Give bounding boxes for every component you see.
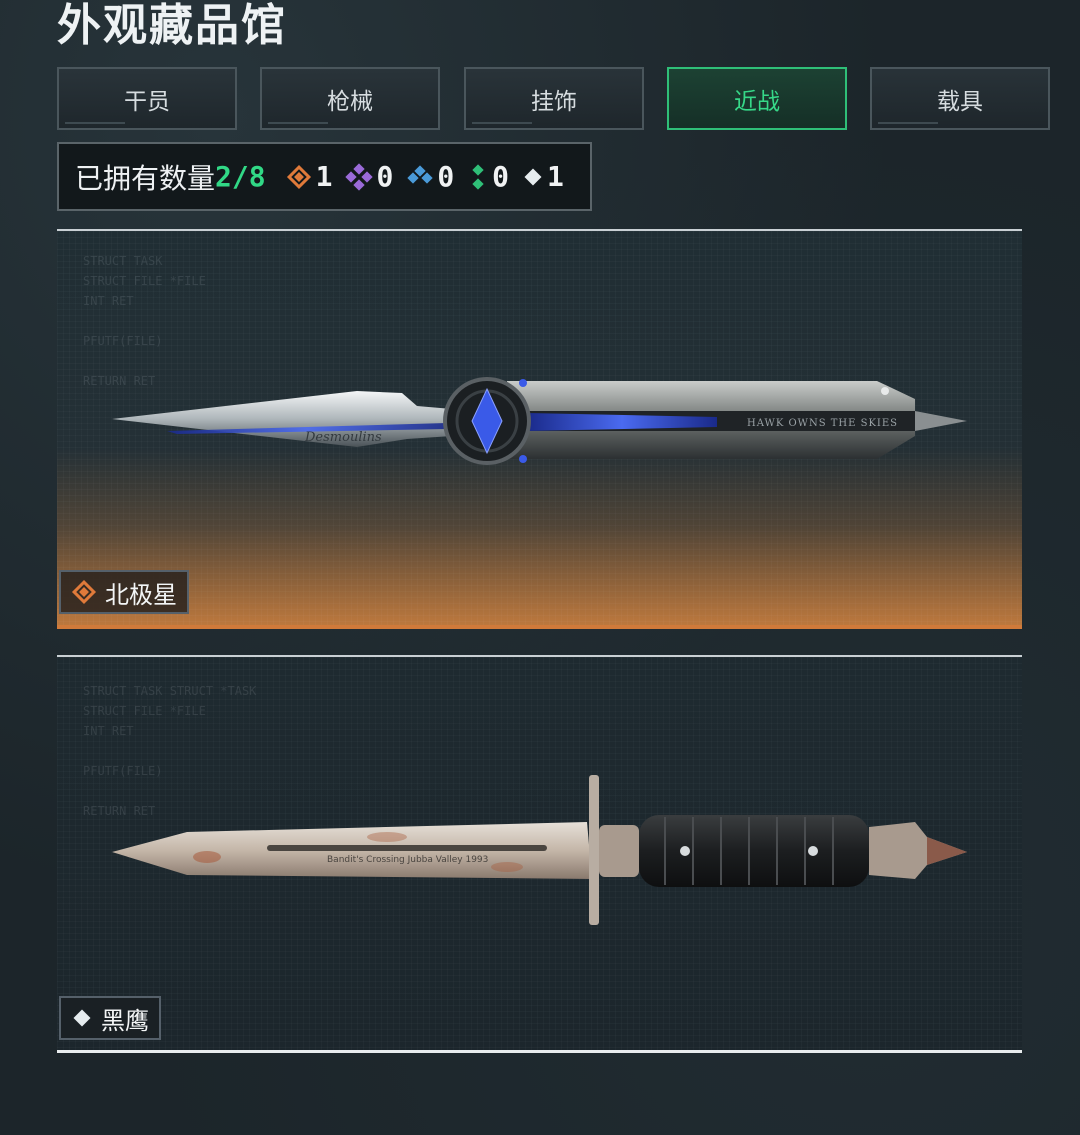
category-tabs: 干员 枪械 挂饰 近战 载具 (57, 67, 1050, 130)
tab-charms[interactable]: 挂饰 (464, 67, 644, 130)
blade-engraving: Desmoulins (304, 430, 382, 445)
page-title: 外观藏品馆 (57, 0, 287, 51)
orange-diamond-icon (71, 579, 97, 605)
green-diamond-icon (472, 163, 484, 190)
collection-page: 外观藏品馆 干员 枪械 挂饰 近战 载具 已拥有数量 2/8 1 0 0 0 1… (0, 0, 1080, 1135)
rarity-purple: 0 (344, 160, 393, 193)
item-name-tag: 黑鹰 (59, 996, 161, 1040)
rarity-count: 0 (376, 160, 394, 193)
item-name-tag: 北极星 (59, 570, 189, 614)
rarity-blue: 0 (405, 160, 454, 193)
blade-engraving: Bandit's Crossing Jubba Valley 1993 (327, 855, 488, 865)
owned-label: 已拥有数量 (75, 161, 216, 195)
owned-count-panel: 已拥有数量 2/8 1 0 0 0 1 (57, 142, 592, 211)
tab-label: 挂饰 (531, 88, 577, 115)
tab-melee[interactable]: 近战 (667, 67, 847, 130)
tab-vehicles[interactable]: 载具 (870, 67, 1050, 130)
rarity-white: 1 (521, 160, 564, 193)
tab-label: 枪械 (327, 88, 373, 115)
tab-firearms[interactable]: 枪械 (260, 67, 440, 130)
white-diamond-icon (524, 168, 542, 185)
rarity-count: 0 (437, 160, 455, 193)
item-card-polaris[interactable]: STRUCT TASK STRUCT FILE *FILE INT RET PF… (57, 229, 1022, 629)
tab-operators[interactable]: 干员 (57, 67, 237, 130)
blue-diamond-icon (407, 164, 433, 184)
owned-count: 2/8 (215, 160, 266, 193)
white-diamond-icon (73, 1009, 91, 1027)
purple-diamond-icon (345, 162, 374, 191)
rarity-green: 0 (466, 160, 509, 193)
orange-diamond-icon (286, 164, 311, 189)
tab-label: 载具 (937, 88, 983, 115)
rarity-count: 0 (492, 160, 510, 193)
knife-black-hawk-image: Bandit's Crossing Jubba Valley 1993 (112, 775, 967, 925)
knife-polaris-image: Desmoulins HAWK OWNS THE SKIES (112, 377, 967, 465)
tab-label: 干员 (124, 88, 170, 115)
item-name: 黑鹰 (101, 1006, 149, 1035)
tab-label: 近战 (734, 88, 780, 115)
item-card-black-hawk[interactable]: STRUCT TASK STRUCT *TASK STRUCT FILE *FI… (57, 655, 1022, 1053)
rarity-count: 1 (315, 160, 333, 193)
item-name: 北极星 (105, 580, 177, 609)
rarity-count: 1 (547, 160, 564, 193)
handle-engraving: HAWK OWNS THE SKIES (747, 418, 898, 429)
rarity-orange: 1 (284, 160, 333, 193)
